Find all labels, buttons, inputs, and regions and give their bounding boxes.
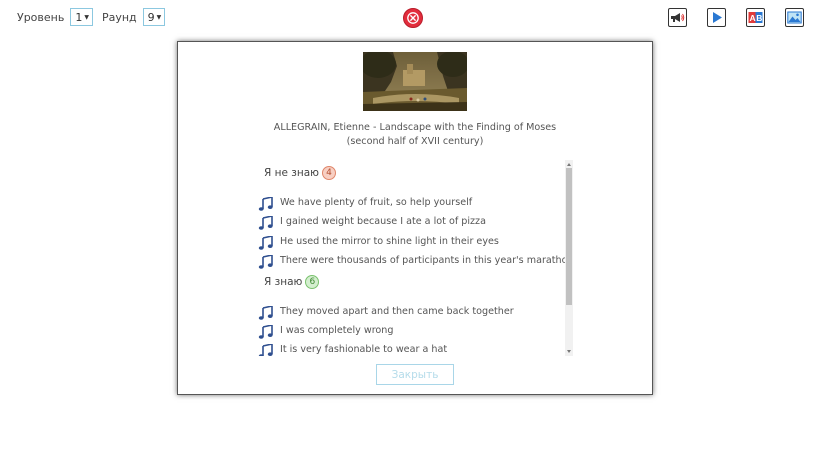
megaphone-icon[interactable]	[668, 8, 687, 27]
scrollbar-thumb[interactable]	[566, 168, 572, 305]
music-note-icon[interactable]	[258, 197, 274, 211]
play-icon[interactable]	[707, 8, 726, 27]
group-unknown-label: Я не знаю	[264, 167, 320, 179]
phrase-text: He used the mirror to shine light in the…	[280, 235, 499, 247]
phrase-list[interactable]: Я не знаю 4 We have plenty of fruit, so …	[256, 160, 574, 356]
svg-text:B: B	[756, 13, 762, 23]
phrase-text: They moved apart and then came back toge…	[280, 305, 514, 317]
music-note-icon[interactable]	[258, 306, 274, 320]
list-item[interactable]: It is very fashionable to wear a hat	[258, 340, 447, 356]
group-unknown-header: Я не знаю 4	[264, 166, 337, 180]
top-controls: Уровень 1 ▼ Раунд 9 ▼	[17, 8, 174, 26]
music-note-icon[interactable]	[258, 216, 274, 230]
phrase-text: I gained weight because I ate a lot of p…	[280, 215, 486, 227]
scroll-down-icon[interactable]	[567, 350, 571, 353]
level-select[interactable]: 1 ▼	[70, 8, 93, 26]
svg-text:A: A	[750, 13, 756, 23]
scroll-up-icon[interactable]	[567, 163, 571, 166]
music-note-icon[interactable]	[258, 325, 274, 339]
results-modal: ALLEGRAIN, Etienne - Landscape with the …	[177, 41, 653, 395]
caption-date: (second half of XVII century)	[346, 136, 484, 147]
music-note-icon[interactable]	[258, 255, 274, 269]
list-item[interactable]: There were thousands of participants in …	[258, 251, 574, 269]
music-note-icon[interactable]	[258, 236, 274, 250]
caption-title: ALLEGRAIN, Etienne - Landscape with the …	[273, 122, 557, 133]
painting-thumbnail	[363, 52, 467, 111]
list-item[interactable]: I was completely wrong	[258, 321, 393, 339]
group-known-label: Я знаю	[264, 276, 303, 288]
music-note-icon[interactable]	[258, 344, 274, 356]
list-item[interactable]: They moved apart and then came back toge…	[258, 302, 514, 320]
round-value: 9	[147, 10, 155, 24]
list-item[interactable]: He used the mirror to shine light in the…	[258, 232, 499, 250]
phrase-text: I was completely wrong	[280, 324, 394, 336]
picture-icon[interactable]	[785, 8, 804, 27]
phrase-text: There were thousands of participants in …	[280, 254, 574, 266]
group-known-header: Я знаю 6	[264, 275, 320, 289]
list-item[interactable]: We have plenty of fruit, so help yoursel…	[258, 193, 472, 211]
list-item[interactable]: I gained weight because I ate a lot of p…	[258, 212, 486, 230]
close-button[interactable]: Закрыть	[376, 364, 454, 385]
unknown-count-badge: 4	[322, 166, 337, 180]
level-value: 1	[75, 10, 83, 24]
round-select[interactable]: 9 ▼	[142, 8, 166, 26]
round-label: Раунд	[101, 10, 137, 24]
phrase-text: It is very fashionable to wear a hat	[280, 343, 448, 355]
phrase-text: We have plenty of fruit, so help yoursel…	[280, 196, 473, 208]
level-label: Уровень	[17, 10, 65, 24]
chevron-down-icon: ▼	[84, 13, 89, 21]
chevron-down-icon: ▼	[156, 13, 162, 21]
known-count-badge: 6	[305, 275, 320, 289]
painting-caption: ALLEGRAIN, Etienne - Landscape with the …	[178, 121, 652, 149]
ab-icon[interactable]: A B	[746, 8, 765, 27]
list-scrollbar[interactable]	[565, 160, 573, 356]
close-icon[interactable]	[403, 8, 423, 28]
